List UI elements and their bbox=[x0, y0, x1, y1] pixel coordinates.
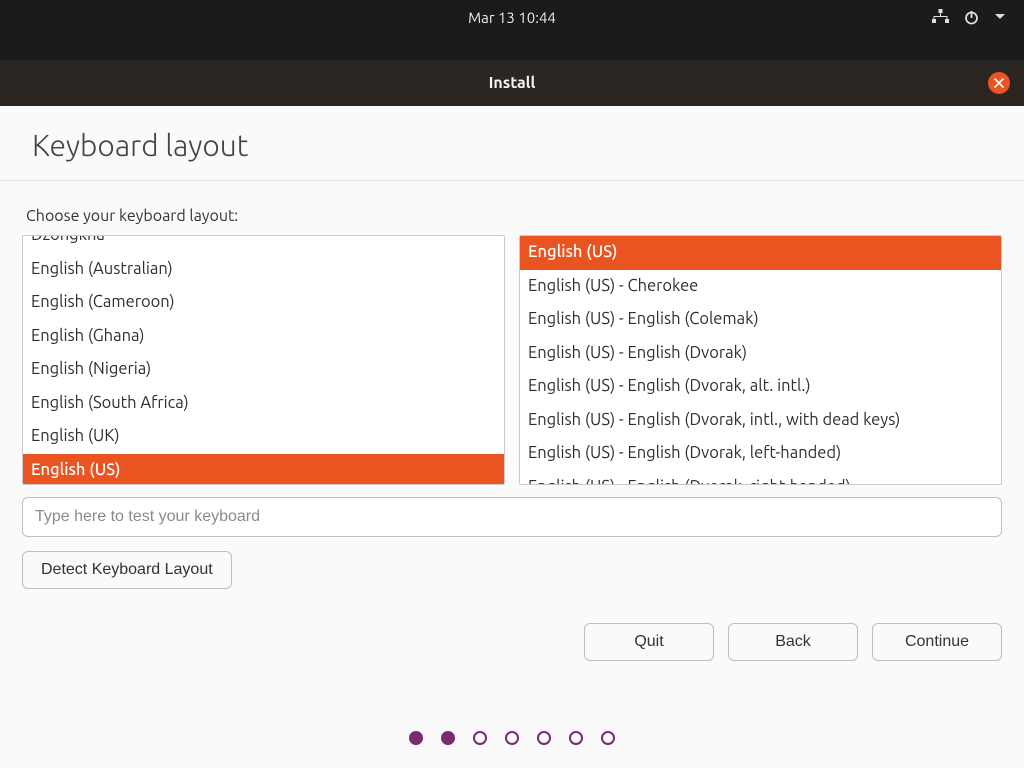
layout-option[interactable]: English (UK) bbox=[23, 420, 504, 454]
back-button[interactable]: Back bbox=[728, 623, 858, 661]
variant-option[interactable]: English (US) - English (Dvorak, right-ha… bbox=[520, 471, 1001, 485]
desktop-background-strip bbox=[0, 34, 1024, 60]
progress-dot bbox=[473, 731, 487, 745]
layout-option[interactable]: English (US) bbox=[23, 454, 504, 485]
chevron-down-icon[interactable] bbox=[994, 11, 1006, 23]
progress-dot bbox=[505, 731, 519, 745]
system-topbar: Mar 13 10:44 bbox=[0, 0, 1024, 34]
keyboard-lists: DzongkhaEnglish (Australian)English (Cam… bbox=[0, 235, 1024, 485]
variant-option[interactable]: English (US) - English (Colemak) bbox=[520, 303, 1001, 337]
layout-option[interactable]: Dzongkha bbox=[23, 235, 504, 253]
layout-option[interactable]: English (Cameroon) bbox=[23, 286, 504, 320]
page-title: Keyboard layout bbox=[32, 128, 1024, 162]
progress-dot bbox=[409, 731, 423, 745]
installer-window: Install Keyboard layout Choose your keyb… bbox=[0, 60, 1024, 745]
divider bbox=[0, 180, 1024, 181]
progress-dots bbox=[0, 731, 1024, 745]
close-icon bbox=[994, 78, 1004, 88]
clock: Mar 13 10:44 bbox=[468, 9, 556, 26]
layout-prompt: Choose your keyboard layout: bbox=[26, 207, 1024, 225]
variant-option[interactable]: English (US) bbox=[520, 236, 1001, 270]
variant-option[interactable]: English (US) - Cherokee bbox=[520, 270, 1001, 304]
quit-button[interactable]: Quit bbox=[584, 623, 714, 661]
topbar-status-area[interactable] bbox=[932, 9, 1006, 26]
keyboard-test-input[interactable] bbox=[22, 497, 1002, 537]
detect-keyboard-button[interactable]: Detect Keyboard Layout bbox=[22, 551, 232, 589]
variant-option[interactable]: English (US) - English (Dvorak, alt. int… bbox=[520, 370, 1001, 404]
layout-option[interactable]: English (Nigeria) bbox=[23, 353, 504, 387]
layout-option[interactable]: English (Australian) bbox=[23, 253, 504, 287]
progress-dot bbox=[569, 731, 583, 745]
variant-option[interactable]: English (US) - English (Dvorak, left-han… bbox=[520, 437, 1001, 471]
layout-option[interactable]: English (South Africa) bbox=[23, 387, 504, 421]
layout-option[interactable]: English (Ghana) bbox=[23, 320, 504, 354]
variant-option[interactable]: English (US) - English (Dvorak, intl., w… bbox=[520, 404, 1001, 438]
layout-listbox[interactable]: DzongkhaEnglish (Australian)English (Cam… bbox=[22, 235, 505, 485]
progress-dot bbox=[441, 731, 455, 745]
continue-button[interactable]: Continue bbox=[872, 623, 1002, 661]
content-area: Keyboard layout Choose your keyboard lay… bbox=[0, 128, 1024, 745]
nav-button-row: Quit Back Continue bbox=[0, 589, 1024, 661]
window-titlebar: Install bbox=[0, 60, 1024, 106]
power-icon[interactable] bbox=[963, 9, 980, 26]
network-icon[interactable] bbox=[932, 9, 949, 26]
progress-dot bbox=[537, 731, 551, 745]
progress-dot bbox=[601, 731, 615, 745]
variant-option[interactable]: English (US) - English (Dvorak) bbox=[520, 337, 1001, 371]
variant-listbox[interactable]: English (US)English (US) - CherokeeEngli… bbox=[519, 235, 1002, 485]
window-title: Install bbox=[489, 74, 536, 92]
close-button[interactable] bbox=[988, 72, 1010, 94]
